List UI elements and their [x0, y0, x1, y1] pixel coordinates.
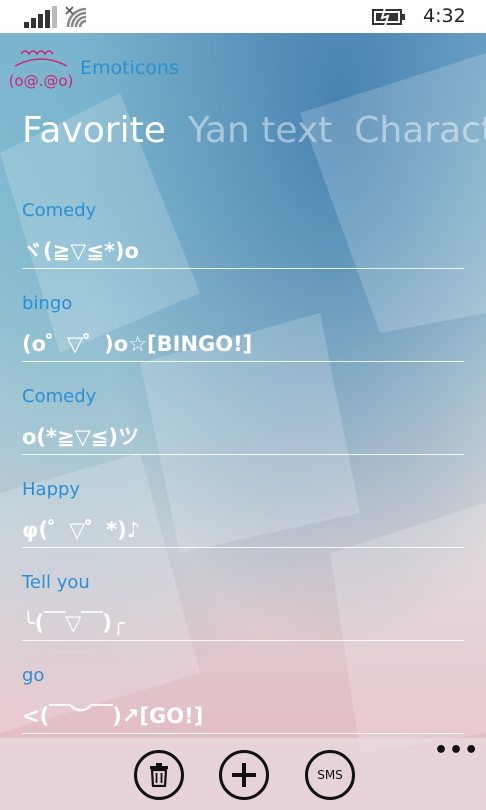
item-underline	[22, 361, 464, 362]
item-category: Happy	[22, 479, 81, 500]
app-logo: (o@.@o)	[9, 50, 74, 90]
status-time: 4:32	[423, 5, 466, 27]
item-underline	[22, 547, 464, 548]
app-bar: SMS •••	[0, 738, 486, 810]
app-logo-text: (o@.@o)	[9, 72, 74, 90]
add-button[interactable]	[219, 750, 269, 800]
list-item[interactable]: Happy φ(゜▽゜*)♪	[22, 474, 464, 567]
item-emoticon: <(￣︶￣)↗[GO!]	[22, 704, 204, 728]
item-category: Comedy	[22, 200, 97, 221]
item-underline	[22, 733, 464, 734]
item-emoticon: (o゜▽゜)o☆[BINGO!]	[22, 332, 253, 356]
tab-characters[interactable]: Characte	[354, 110, 486, 151]
battery-charging-icon	[372, 7, 405, 27]
trash-icon	[150, 763, 168, 787]
plus-icon	[232, 763, 256, 787]
more-menu-button[interactable]: •••	[434, 738, 479, 763]
tab-yan-text[interactable]: Yan text	[188, 110, 332, 151]
item-underline	[22, 640, 464, 641]
item-emoticon: φ(゜▽゜*)♪	[22, 518, 141, 542]
item-category: Comedy	[22, 386, 97, 407]
item-category: bingo	[22, 293, 73, 314]
list-item[interactable]: Tell you ╰(￣▽￣)╭	[22, 567, 464, 660]
item-category: go	[22, 665, 45, 686]
item-emoticon: o(*≧▽≦)ツ	[22, 425, 139, 449]
pivot-tabs: Favorite Yan text Characte	[22, 110, 486, 160]
app-title: Emoticons	[80, 57, 179, 79]
item-emoticon: ヾ(≧▽≦*)o	[22, 239, 139, 263]
wifi-icon	[65, 6, 87, 28]
list-item[interactable]: Comedy ヾ(≧▽≦*)o	[22, 195, 464, 288]
list-item[interactable]: Comedy o(*≧▽≦)ツ	[22, 381, 464, 474]
delete-button[interactable]	[134, 750, 184, 800]
item-underline	[22, 454, 464, 455]
item-underline	[22, 268, 464, 269]
favorites-list: Comedy ヾ(≧▽≦*)o bingo (o゜▽゜)o☆[BINGO!] C…	[22, 195, 464, 753]
item-emoticon: ╰(￣▽￣)╭	[22, 611, 125, 635]
sms-label: SMS	[317, 768, 343, 782]
item-category: Tell you	[22, 572, 90, 593]
status-bar: 4:32	[0, 0, 486, 33]
signal-bars-icon	[24, 6, 57, 28]
tab-favorite[interactable]: Favorite	[22, 110, 166, 151]
list-item[interactable]: bingo (o゜▽゜)o☆[BINGO!]	[22, 288, 464, 381]
sms-button[interactable]: SMS	[305, 750, 355, 800]
